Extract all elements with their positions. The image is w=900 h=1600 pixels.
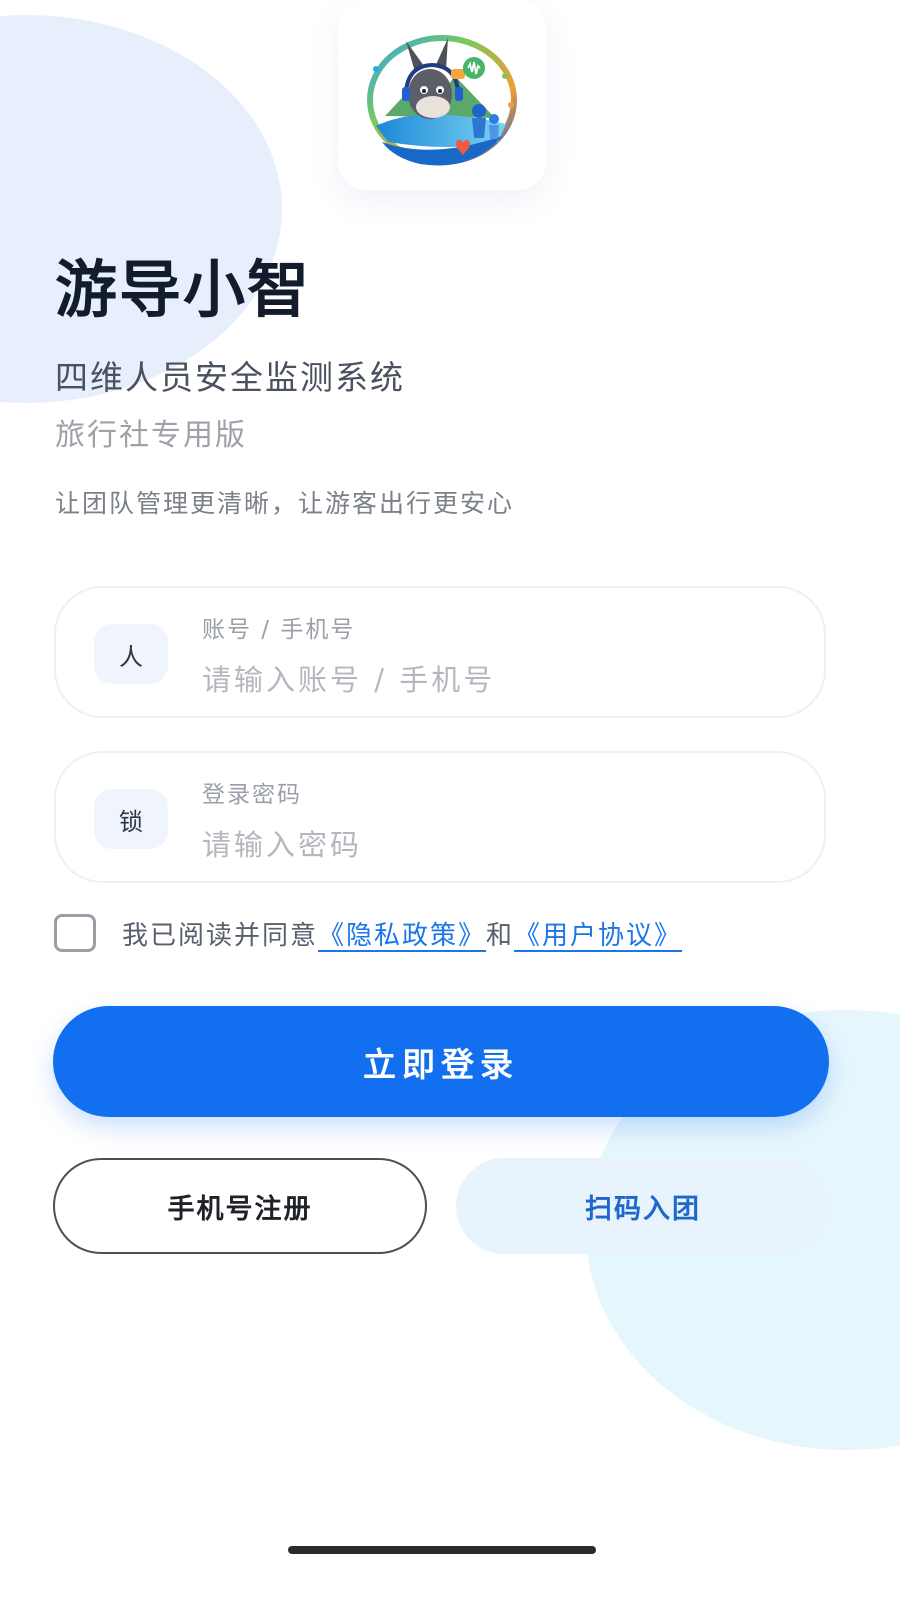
edition-label: 旅行社专用版 — [55, 418, 247, 453]
user-agreement-link[interactable]: 《用户协议》 — [514, 915, 682, 952]
password-input[interactable] — [202, 823, 762, 867]
app-logo-icon — [367, 35, 517, 166]
slogan-text: 让团队管理更清晰，让游客出行更安心 — [55, 489, 515, 518]
agreement-prefix: 我已阅读并同意 — [122, 920, 319, 951]
account-field-label: 账号 / 手机号 — [202, 617, 356, 643]
password-field-label: 登录密码 — [202, 782, 302, 808]
account-field[interactable]: 人 账号 / 手机号 — [54, 586, 826, 718]
scan-join-group-button[interactable]: 扫码入团 — [456, 1158, 830, 1254]
agreement-checkbox[interactable] — [54, 914, 96, 952]
app-subtitle: 四维人员安全监测系统 — [55, 358, 405, 397]
login-button[interactable]: 立即登录 — [53, 1006, 829, 1117]
password-field[interactable]: 锁 登录密码 — [54, 751, 826, 883]
account-input[interactable] — [202, 658, 762, 702]
agreement-row: 我已阅读并同意 《隐私政策》 和 《用户协议》 — [54, 912, 682, 954]
privacy-policy-link[interactable]: 《隐私政策》 — [318, 915, 486, 952]
lock-icon: 锁 — [94, 789, 168, 849]
phone-register-button[interactable]: 手机号注册 — [53, 1158, 427, 1254]
home-indicator[interactable] — [288, 1546, 596, 1554]
background-decoration-top — [0, 15, 282, 403]
agreement-connector: 和 — [486, 920, 515, 951]
app-title: 游导小智 — [55, 253, 312, 326]
person-icon: 人 — [94, 624, 168, 684]
login-page: 游导小智 四维人员安全监测系统 旅行社专用版 让团队管理更清晰，让游客出行更安心… — [0, 0, 900, 1600]
